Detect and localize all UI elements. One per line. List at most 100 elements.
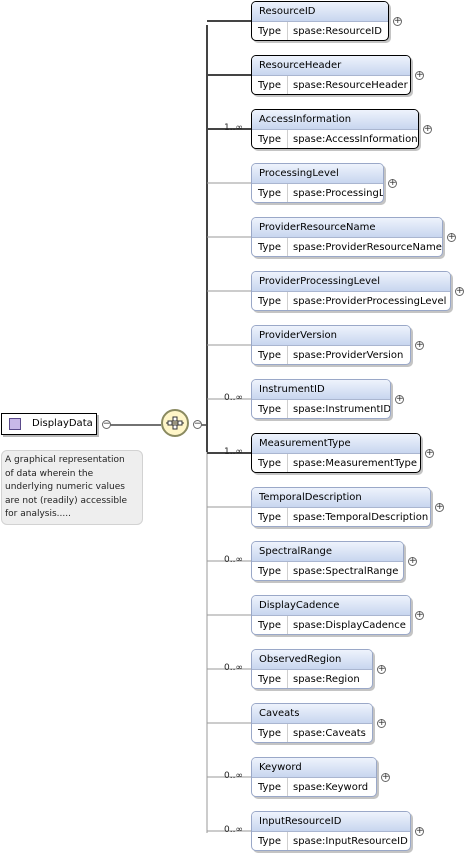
type-row: Type spase:InputResourceID [252,832,410,850]
type-label: Type [252,454,288,472]
expand-button[interactable]: + [415,71,424,80]
cardinality-label: 0..∞ [224,555,243,565]
element-name: DisplayCadence [252,596,410,616]
type-label: Type [252,670,288,688]
cardinality-label: 0..∞ [224,825,243,835]
type-label: Type [252,778,288,796]
element-resourceheader[interactable]: ResourceHeader Type spase:ResourceHeader [251,55,411,95]
expand-button[interactable]: + [455,287,464,296]
annotation-line: underlying numeric values [5,482,125,492]
cardinality-label: 0..∞ [224,393,243,403]
element-observedregion[interactable]: ObservedRegion Type spase:Region [251,649,373,689]
type-row: Type spase:MeasurementType [252,454,420,472]
collapse-sequence-button[interactable]: − [193,420,202,429]
type-row: Type spase:ResourceID [252,22,388,40]
element-name: ObservedRegion [252,650,372,670]
element-providerresourcename[interactable]: ProviderResourceName Type spase:ProviderRe… [251,217,443,257]
element-accessinformation[interactable]: AccessInformation Type spase:AccessInforma… [251,109,419,149]
element-processinglevel[interactable]: ProcessingLevelType spase:ProcessingLevel [251,163,384,203]
type-label: Type [252,22,288,40]
type-value: spase:AccessInformation [293,134,418,145]
expand-button[interactable]: + [381,773,390,782]
type-label: Type [252,292,288,310]
type-label: Type [252,238,288,256]
type-label: Type [252,184,288,202]
element-caveats[interactable]: Caveats Type spase:Caveats [251,703,373,743]
expand-button[interactable]: + [377,665,386,674]
expand-button[interactable]: + [408,557,417,566]
type-row: Type spase:InstrumentID [252,400,391,418]
annotation-line: A graphical representation [5,455,125,465]
element-name: ProviderResourceName [252,218,442,238]
element-inputresourceid[interactable]: InputResourceID Type spase:InputResourceID [251,811,411,851]
expand-button[interactable]: + [415,341,424,350]
type-label: Type [252,616,288,634]
collapse-root-button[interactable]: − [102,420,111,429]
cardinality-label: 0..∞ [224,663,243,673]
type-value: spase:ProcessingLevel [293,188,384,199]
expand-button[interactable]: + [415,611,424,620]
element-name: InputResourceID [252,812,410,832]
type-label: Type [252,76,288,94]
type-value: spase:Region [293,674,360,685]
element-measurementtype[interactable]: MeasurementType Type spase:MeasurementType [251,433,421,473]
type-row: Type spase:TemporalDescription [252,508,430,526]
type-value: spase:Keyword [293,782,369,793]
type-value: spase:ProviderVersion [293,350,404,361]
element-name: ResourceHeader [252,56,410,76]
element-name: SpectralRange [252,542,403,562]
element-displaycadence[interactable]: DisplayCadence Type spase:DisplayCadence [251,595,411,635]
type-value: spase:MeasurementType [293,458,418,469]
annotation-line: of data wherein the [5,468,94,479]
element-keyword[interactable]: Keyword Type spase:Keyword [251,757,377,797]
sequence-compositor-icon [166,416,184,430]
type-value: spase:SpectralRange [293,566,399,577]
element-name: Caveats [252,704,372,724]
element-temporaldescription[interactable]: TemporalDescription Type spase:TemporalDes… [251,487,431,527]
element-name: ProcessingLevel [252,164,383,184]
type-value: spase:Caveats [293,728,366,739]
type-row: Type spase:DisplayCadence [252,616,410,634]
type-row: Type spase:SpectralRange [252,562,403,580]
expand-button[interactable]: + [388,179,397,188]
expand-button[interactable]: + [425,449,434,458]
sequence-compositor[interactable] [161,409,189,437]
type-label: Type [252,400,288,418]
expand-button[interactable]: + [435,503,444,512]
type-label: Type [252,130,288,148]
type-row: Type spase:AccessInformation [252,130,418,148]
element-name: ResourceID [252,2,388,22]
type-value: spase:ResourceID [293,26,382,37]
annotation-line: are not (readily) accessible [5,495,128,506]
type-label: Type [252,724,288,742]
cardinality-label: 1..∞ [224,123,243,133]
expand-button[interactable]: + [423,125,432,134]
root-element-label: DisplayData [32,418,93,429]
type-value: spase:InputResourceID [293,836,408,847]
annotation-box: A graphical representation of data where… [1,450,143,525]
type-label: Type [252,346,288,364]
element-name: ProviderProcessingLevel [252,272,450,292]
type-label: Type [252,562,288,580]
element-name: MeasurementType [252,434,420,454]
element-providerversion[interactable]: ProviderVersion Type spase:ProviderVersion [251,325,411,365]
type-row: Type spase:ResourceHeader [252,76,410,94]
element-instrumentid[interactable]: InstrumentID Type spase:InstrumentID [251,379,391,419]
type-value: spase:InstrumentID [293,404,391,415]
element-name: ProviderVersion [252,326,410,346]
expand-button[interactable]: + [395,395,404,404]
type-row: Type spase:ProcessingLevel [252,184,384,202]
element-resourceid[interactable]: ResourceID Type spase:ResourceID [251,1,389,41]
type-row: Type spase:ProviderResourceName [252,238,442,256]
expand-button[interactable]: + [447,233,456,242]
element-name: TemporalDescription [252,488,430,508]
annotation-line: for analysis..... [5,509,71,519]
root-element-displaydata[interactable]: DisplayData [1,413,97,435]
expand-button[interactable]: + [377,719,386,728]
element-spectralrange[interactable]: SpectralRange Type spase:SpectralRange [251,541,404,581]
expand-button[interactable]: + [415,827,424,836]
type-value: spase:ProviderResourceName [293,242,442,253]
element-providerprocessinglevel[interactable]: ProviderProcessingLevel Type spase:Provide… [251,271,451,311]
expand-button[interactable]: + [393,17,402,26]
type-label: Type [252,832,288,850]
